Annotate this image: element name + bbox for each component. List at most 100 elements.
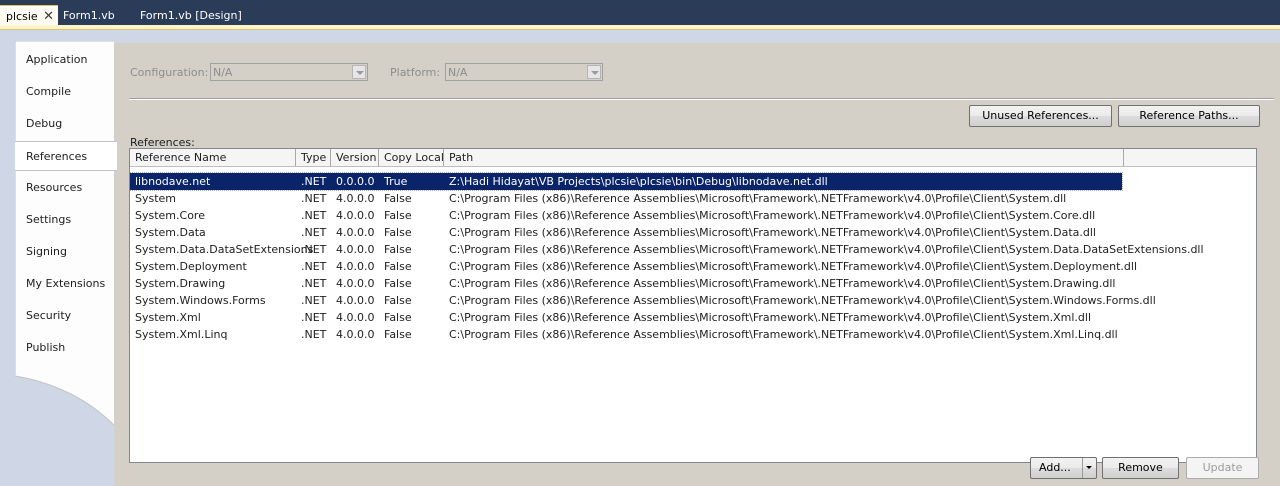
cell-path: C:\Program Files (x86)\Reference Assembl… <box>449 192 1067 205</box>
cell-type: .NET <box>301 226 327 239</box>
cell-copy-local: False <box>384 328 412 341</box>
doc-tab-plcsie[interactable]: plcsie ✕ <box>0 5 58 26</box>
add-button-label: Add... <box>1039 461 1071 474</box>
cell-type: .NET <box>301 260 327 273</box>
separator <box>129 98 1274 100</box>
references-page: Configuration: N/A Platform: N/A Unused … <box>114 43 1280 486</box>
project-designer: Application Compile Debug References Resourc… <box>0 30 1280 486</box>
unused-references-button[interactable]: Unused References... <box>969 105 1112 127</box>
doc-tab-label: Form1.vb [Design] <box>140 9 242 22</box>
cell-version: 4.0.0.0 <box>336 226 375 239</box>
cell-type: .NET <box>301 277 327 290</box>
document-tab-strip: plcsie ✕ Form1.vb Form1.vb [Design] <box>0 0 1280 26</box>
sidebar-item-references[interactable]: References <box>15 141 117 171</box>
cell-type: .NET <box>301 311 327 324</box>
table-row[interactable]: System.Core .NET 4.0.0.0 False C:\Program Fi… <box>130 207 1122 224</box>
table-row[interactable]: System.Data .NET 4.0.0.0 False C:\Program Fi… <box>130 224 1122 241</box>
sidebar-item-signing[interactable]: Signing <box>15 237 113 267</box>
close-icon[interactable]: ✕ <box>43 6 54 27</box>
cell-version: 4.0.0.0 <box>336 243 375 256</box>
chevron-down-icon <box>352 65 366 79</box>
cell-path: C:\Program Files (x86)\Reference Assembl… <box>449 328 1118 341</box>
sidebar-item-resources[interactable]: Resources <box>15 173 113 203</box>
table-row[interactable]: System.Windows.Forms .NET 4.0.0.0 False C:\P… <box>130 292 1156 309</box>
configuration-select[interactable]: N/A <box>210 63 368 81</box>
sidebar-item-compile[interactable]: Compile <box>15 77 113 107</box>
table-row[interactable]: System.Data.DataSetExtensions .NET 4.0.0.0… <box>130 241 1204 258</box>
table-row[interactable]: System .NET 4.0.0.0 False C:\Program Files (… <box>130 190 1122 207</box>
column-header-path[interactable]: Path <box>444 149 1124 166</box>
doc-tab-form1-design[interactable]: Form1.vb [Design] <box>140 5 242 26</box>
cell-reference-name: System.Core <box>135 209 205 222</box>
cell-version: 4.0.0.0 <box>336 311 375 324</box>
platform-select[interactable]: N/A <box>445 63 603 81</box>
references-list[interactable]: Reference Name Type Version Copy Local P… <box>129 148 1257 463</box>
cell-path: C:\Program Files (x86)\Reference Assembl… <box>449 260 1138 273</box>
cell-path: C:\Program Files (x86)\Reference Assembl… <box>449 243 1204 256</box>
chevron-down-icon <box>587 65 601 79</box>
cell-reference-name: libnodave.net <box>135 175 211 188</box>
sidebar-item-my-extensions[interactable]: My Extensions <box>15 269 113 299</box>
cell-copy-local: False <box>384 294 412 307</box>
platform-label: Platform: <box>390 66 441 79</box>
cell-path: C:\Program Files (x86)\Reference Assembl… <box>449 209 1096 222</box>
update-reference-button[interactable]: Update <box>1186 457 1259 479</box>
add-reference-button[interactable]: Add... <box>1030 457 1097 479</box>
cell-type: .NET <box>301 243 327 256</box>
doc-tab-form1-vb[interactable]: Form1.vb <box>63 5 115 26</box>
cell-reference-name: System.Data.DataSetExtensions <box>135 243 314 256</box>
list-header: Reference Name Type Version Copy Local P… <box>130 149 1256 167</box>
table-row[interactable]: libnodave.net .NET 0.0.0.0 True Z:\Hadi Hida… <box>130 172 1123 191</box>
cell-copy-local: False <box>384 209 412 222</box>
column-header-copy-local[interactable]: Copy Local <box>379 149 444 166</box>
configuration-value: N/A <box>213 66 233 79</box>
cell-copy-local: False <box>384 243 412 256</box>
table-row[interactable]: System.Xml .NET 4.0.0.0 False C:\Program Fil… <box>130 309 1122 326</box>
table-row[interactable]: System.Xml.Linq .NET 4.0.0.0 False C:\Progra… <box>130 326 1122 343</box>
cell-type: .NET <box>301 209 327 222</box>
column-header-version[interactable]: Version <box>331 149 379 166</box>
cell-copy-local: False <box>384 192 412 205</box>
sidebar: Application Compile Debug References Resourc… <box>15 41 117 486</box>
cell-version: 0.0.0.0 <box>336 175 375 188</box>
cell-reference-name: System.Data <box>135 226 206 239</box>
sidebar-item-publish[interactable]: Publish <box>15 333 113 363</box>
platform-value: N/A <box>448 66 468 79</box>
cell-version: 4.0.0.0 <box>336 328 375 341</box>
sidebar-item-settings[interactable]: Settings <box>15 205 113 235</box>
cell-path: Z:\Hadi Hidayat\VB Projects\plcsie\plcsi… <box>449 175 828 188</box>
cell-copy-local: False <box>384 260 412 273</box>
cell-version: 4.0.0.0 <box>336 294 375 307</box>
doc-tab-label: Form1.vb <box>63 9 115 22</box>
sidebar-item-security[interactable]: Security <box>15 301 113 331</box>
cell-type: .NET <box>301 175 327 188</box>
cell-version: 4.0.0.0 <box>336 192 375 205</box>
sidebar-item-application[interactable]: Application <box>15 45 113 75</box>
cell-version: 4.0.0.0 <box>336 209 375 222</box>
configuration-label: Configuration: <box>130 66 209 79</box>
cell-type: .NET <box>301 328 327 341</box>
cell-path: C:\Program Files (x86)\Reference Assembl… <box>449 277 1116 290</box>
cell-copy-local: False <box>384 311 412 324</box>
sidebar-item-debug[interactable]: Debug <box>15 109 113 139</box>
column-header-type[interactable]: Type <box>296 149 331 166</box>
reference-paths-button[interactable]: Reference Paths... <box>1118 105 1260 127</box>
cell-type: .NET <box>301 192 327 205</box>
cell-reference-name: System <box>135 192 177 205</box>
cell-reference-name: System.Drawing <box>135 277 226 290</box>
cell-copy-local: True <box>384 175 408 188</box>
chevron-down-icon[interactable] <box>1082 458 1096 478</box>
cell-version: 4.0.0.0 <box>336 277 375 290</box>
doc-tab-label: plcsie <box>6 10 38 23</box>
cell-path: C:\Program Files (x86)\Reference Assembl… <box>449 311 1092 324</box>
cell-reference-name: System.Deployment <box>135 260 247 273</box>
table-row[interactable]: System.Drawing .NET 4.0.0.0 False C:\Program… <box>130 275 1122 292</box>
cell-path: C:\Program Files (x86)\Reference Assembl… <box>449 226 1096 239</box>
remove-reference-button[interactable]: Remove <box>1102 457 1179 479</box>
cell-reference-name: System.Xml <box>135 311 201 324</box>
cell-reference-name: System.Windows.Forms <box>135 294 266 307</box>
table-row[interactable]: System.Deployment .NET 4.0.0.0 False C:\Prog… <box>130 258 1137 275</box>
column-header-reference-name[interactable]: Reference Name <box>130 149 296 166</box>
cell-type: .NET <box>301 294 327 307</box>
cell-path: C:\Program Files (x86)\Reference Assembl… <box>449 294 1156 307</box>
